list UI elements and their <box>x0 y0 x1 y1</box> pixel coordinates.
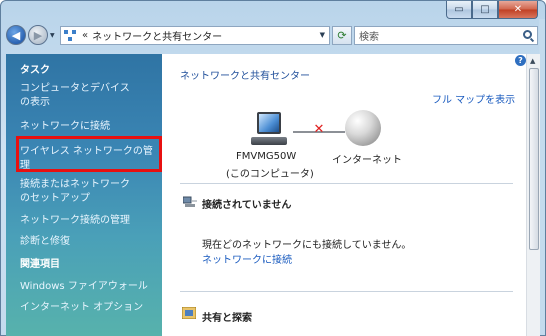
divider <box>180 291 513 292</box>
disconnected-x-icon: ✕ <box>313 122 325 137</box>
network-center-icon <box>64 29 78 42</box>
back-button[interactable]: ◀ <box>6 25 26 45</box>
address-dropdown-icon[interactable]: ▼ <box>320 31 325 39</box>
scrollbar[interactable]: ▲ <box>526 54 540 336</box>
scroll-up-icon[interactable]: ▲ <box>530 57 535 65</box>
back-arrow-icon: ◀ <box>11 28 21 42</box>
scroll-thumb[interactable] <box>529 68 539 250</box>
sidebar-item-view-devices[interactable]: コンピュータとデバイスの表示 <box>20 82 132 110</box>
refresh-button[interactable]: ⟳ <box>332 26 352 45</box>
sharing-icon <box>182 307 196 319</box>
not-connected-heading: 接続されていません <box>202 200 292 211</box>
address-bar[interactable]: « ネットワークと共有センター ▼ <box>60 26 330 45</box>
address-chevron[interactable]: « <box>82 30 88 41</box>
search-placeholder: 検索 <box>359 32 379 43</box>
computer-name: FMVMG50W <box>236 151 297 162</box>
close-button[interactable]: ✕ <box>498 1 538 19</box>
address-path[interactable]: ネットワークと共有センター <box>92 28 222 43</box>
caption-buttons: ▭ □ ✕ <box>446 1 538 19</box>
tasks-heading: タスク <box>20 65 50 76</box>
computer-icon[interactable] <box>249 112 289 148</box>
highlight-box <box>16 136 162 172</box>
forward-arrow-icon: ▶ <box>33 28 43 42</box>
computer-caption: (このコンピュータ) <box>226 169 314 180</box>
sidebar-item-diagnose-repair[interactable]: 診断と修復 <box>20 235 70 249</box>
sidebar-item-internet-options[interactable]: インターネット オプション <box>20 301 143 315</box>
chevron-down-icon: ▼ <box>50 32 55 39</box>
sidebar-item-setup-connection[interactable]: 接続またはネットワークのセットアップ <box>20 178 130 206</box>
help-icon[interactable]: ? <box>515 55 526 66</box>
page-title: ネットワークと共有センター <box>180 71 310 82</box>
search-icon[interactable] <box>523 30 532 39</box>
related-heading: 関連項目 <box>20 259 60 270</box>
divider <box>180 183 513 184</box>
internet-globe-icon[interactable] <box>345 110 381 146</box>
network-status-icon <box>183 196 197 207</box>
full-map-link[interactable]: フル マップを表示 <box>432 91 515 106</box>
internet-label: インターネット <box>332 155 402 166</box>
sidebar-item-manage-connections[interactable]: ネットワーク接続の管理 <box>20 214 130 228</box>
minimize-button[interactable]: ▭ <box>446 1 472 19</box>
recent-pages-dropdown[interactable]: ▼ <box>50 32 55 39</box>
not-connected-message: 現在どのネットワークにも接続していません。 <box>202 240 412 251</box>
forward-button[interactable]: ▶ <box>28 25 48 45</box>
connect-to-network-link[interactable]: ネットワークに接続 <box>202 251 292 266</box>
sharing-heading: 共有と探索 <box>202 313 252 324</box>
sidebar-item-connect[interactable]: ネットワークに接続 <box>20 120 110 134</box>
maximize-button[interactable]: □ <box>472 1 498 19</box>
sidebar-item-firewall[interactable]: Windows ファイアウォール <box>20 280 148 294</box>
search-field[interactable]: 検索 <box>354 26 538 45</box>
refresh-icon: ⟳ <box>337 29 347 42</box>
